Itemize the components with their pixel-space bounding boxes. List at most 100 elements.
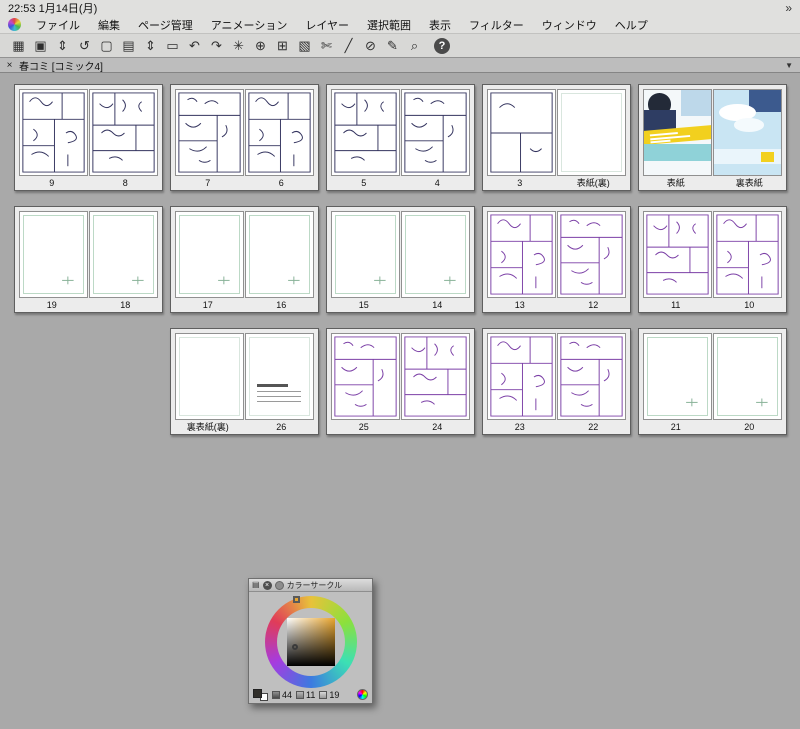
page-thumb-表紙(裏)[interactable] bbox=[557, 89, 626, 176]
page-number-label: 6 bbox=[278, 177, 284, 188]
menu-item-フィルター[interactable]: フィルター bbox=[460, 17, 533, 33]
page-thumb-6[interactable] bbox=[245, 89, 314, 176]
color-wheel[interactable] bbox=[264, 596, 357, 688]
tab-title[interactable]: 春コミ [コミック4] bbox=[19, 58, 103, 73]
redo-icon[interactable]: ↷ bbox=[206, 36, 227, 56]
page-thumb-21[interactable] bbox=[643, 333, 712, 420]
panel-menu-icon[interactable]: ▤ bbox=[252, 580, 260, 590]
menu-item-ヘルプ[interactable]: ヘルプ bbox=[606, 17, 657, 33]
rotate-view-icon[interactable]: ↺ bbox=[74, 36, 95, 56]
status-bar: 22:53 1月14日(月) » bbox=[0, 0, 800, 16]
spread-9-8[interactable]: 98 bbox=[14, 84, 163, 191]
spread-11-10[interactable]: 11 10 bbox=[638, 206, 787, 313]
panel-collapse-icon[interactable] bbox=[274, 580, 284, 590]
help-icon[interactable]: ? bbox=[434, 37, 450, 54]
blank-template-icon[interactable]: ▭ bbox=[162, 36, 183, 56]
page-thumb-5[interactable] bbox=[331, 89, 400, 176]
line-tool-icon[interactable]: ╱ bbox=[338, 36, 359, 56]
menu-item-表示[interactable]: 表示 bbox=[420, 17, 460, 33]
page-number-label: 裏表紙 bbox=[735, 178, 763, 188]
page-thumb-12[interactable] bbox=[557, 211, 626, 298]
menu-item-アニメーション[interactable]: アニメーション bbox=[202, 17, 297, 33]
page-thumb-9[interactable] bbox=[19, 89, 88, 176]
page-thumb-25[interactable] bbox=[331, 333, 400, 420]
page-thumb-8[interactable] bbox=[89, 89, 158, 176]
search-icon[interactable]: ⌕ bbox=[404, 36, 425, 56]
saturation-value-square[interactable] bbox=[286, 618, 335, 666]
tab-list-dropdown-icon[interactable]: ▼ bbox=[785, 61, 796, 70]
new-page-icon[interactable]: ▢ bbox=[96, 36, 117, 56]
page-thumb-11[interactable] bbox=[643, 211, 712, 298]
color-mode-wheel-icon[interactable] bbox=[357, 689, 368, 700]
spread-17-16[interactable]: 17 16 bbox=[170, 206, 319, 313]
spread-表紙-裏表紙[interactable]: 表紙 裏表紙 bbox=[638, 84, 787, 191]
select-area-icon[interactable]: ▧ bbox=[294, 36, 315, 56]
color-circle-panel: ▤ × カラーサークル 44 11 19 bbox=[248, 578, 373, 704]
page-number-label: 26 bbox=[276, 421, 287, 432]
hue-marker[interactable] bbox=[292, 596, 300, 603]
app-logo-icon[interactable] bbox=[8, 18, 21, 31]
spread-7-6[interactable]: 76 bbox=[170, 84, 319, 191]
page-number-label: 22 bbox=[588, 421, 599, 432]
clear-icon[interactable]: ✳ bbox=[228, 36, 249, 56]
transform-icon[interactable]: ⊕ bbox=[250, 36, 271, 56]
saturation-value: 11 bbox=[306, 689, 316, 700]
page-number-label: 3 bbox=[517, 177, 523, 188]
page-thumb-7[interactable] bbox=[175, 89, 244, 176]
page-manager-view-icon[interactable]: ▦ bbox=[8, 36, 29, 56]
spread-15-14[interactable]: 15 14 bbox=[326, 206, 475, 313]
page-thumb-18[interactable] bbox=[89, 211, 158, 298]
no-tool-icon[interactable]: ⊘ bbox=[360, 36, 381, 56]
foreground-color-chip[interactable] bbox=[253, 688, 262, 698]
order-stepper-icon[interactable]: ⇕ bbox=[140, 36, 161, 56]
page-thumb-26[interactable] bbox=[245, 333, 314, 420]
spread-23-22[interactable]: 23 22 bbox=[482, 328, 631, 435]
spread-13-12[interactable]: 13 12 bbox=[482, 206, 631, 313]
duplicate-page-icon[interactable]: ▤ bbox=[118, 36, 139, 56]
spread-21-20[interactable]: 21 20 bbox=[638, 328, 787, 435]
color-chips[interactable] bbox=[253, 688, 268, 701]
page-thumb-17[interactable] bbox=[175, 211, 244, 298]
menu-item-ページ管理[interactable]: ページ管理 bbox=[129, 17, 202, 33]
spread-5-4[interactable]: 54 bbox=[326, 84, 475, 191]
menu-item-編集[interactable]: 編集 bbox=[89, 17, 129, 33]
page-thumb-3[interactable] bbox=[487, 89, 556, 176]
menu-item-ファイル[interactable]: ファイル bbox=[27, 17, 89, 33]
tab-close-icon[interactable]: × bbox=[4, 60, 15, 71]
undo-icon[interactable]: ↶ bbox=[184, 36, 205, 56]
page-thumb-24[interactable] bbox=[401, 333, 470, 420]
page-thumb-13[interactable] bbox=[487, 211, 556, 298]
page-thumb-20[interactable] bbox=[713, 333, 782, 420]
menu-item-ウィンドウ[interactable]: ウィンドウ bbox=[533, 17, 606, 33]
page-thumb-19[interactable] bbox=[19, 211, 88, 298]
pen-tool-icon[interactable]: ✎ bbox=[382, 36, 403, 56]
page-thumb-16[interactable] bbox=[245, 211, 314, 298]
grid-icon[interactable]: ⊞ bbox=[272, 36, 293, 56]
two-page-spread-icon[interactable]: ▣ bbox=[30, 36, 51, 56]
page-thumb-22[interactable] bbox=[557, 333, 626, 420]
page-thumb-4[interactable] bbox=[401, 89, 470, 176]
page-stepper-icon[interactable]: ⇕ bbox=[52, 36, 73, 56]
page-number-label: 23 bbox=[514, 421, 525, 432]
page-thumb-15[interactable] bbox=[331, 211, 400, 298]
spread-裏表紙(裏)-26[interactable]: 裏表紙(裏) 26 bbox=[170, 328, 319, 435]
spread-3-表紙(裏)[interactable]: 3 表紙(裏) bbox=[482, 84, 631, 191]
page-thumb-10[interactable] bbox=[713, 211, 782, 298]
page-thumb-表紙[interactable] bbox=[643, 89, 712, 176]
page-thumb-14[interactable] bbox=[401, 211, 470, 298]
spread-25-24[interactable]: 25 24 bbox=[326, 328, 475, 435]
sv-marker[interactable] bbox=[291, 644, 298, 650]
saturation-value-icon bbox=[296, 690, 305, 699]
panel-close-icon[interactable]: × bbox=[262, 580, 272, 590]
spread-19-18[interactable]: 19 18 bbox=[14, 206, 163, 313]
page-thumb-裏表紙(裏)[interactable] bbox=[175, 333, 244, 420]
page-number-label: 表紙(裏) bbox=[576, 178, 610, 188]
page-number-label: 18 bbox=[120, 299, 131, 310]
scissors-icon[interactable]: ✄ bbox=[316, 36, 337, 56]
overflow-chevron-icon[interactable]: » bbox=[785, 1, 792, 15]
panel-title-bar[interactable]: ▤ × カラーサークル bbox=[249, 579, 372, 592]
page-thumb-23[interactable] bbox=[487, 333, 556, 420]
page-thumb-裏表紙[interactable] bbox=[713, 89, 782, 176]
menu-item-レイヤー[interactable]: レイヤー bbox=[296, 17, 358, 33]
menu-item-選択範囲[interactable]: 選択範囲 bbox=[358, 17, 420, 33]
